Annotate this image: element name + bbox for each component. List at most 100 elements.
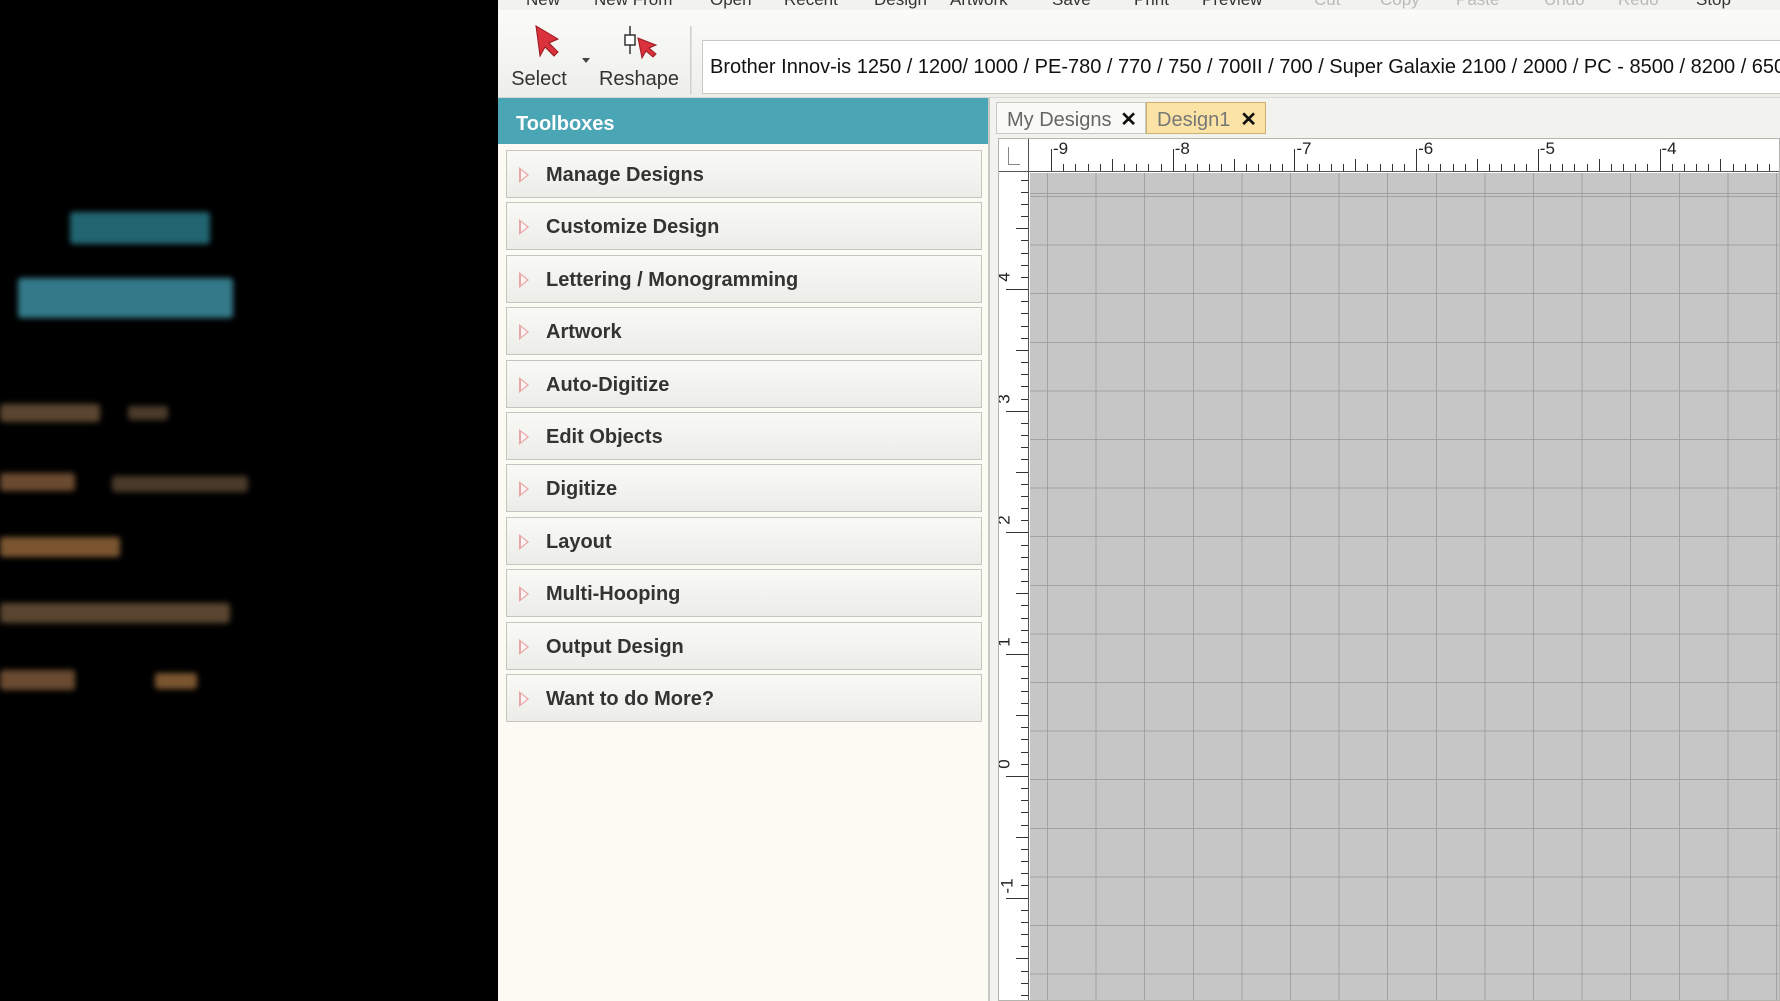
expand-triangle-icon bbox=[519, 429, 529, 445]
ruler-tick bbox=[1021, 459, 1028, 461]
ruler-tick bbox=[1021, 556, 1028, 558]
menu-preview[interactable]: Preview bbox=[1202, 0, 1262, 10]
close-icon[interactable]: ✕ bbox=[1240, 107, 1257, 132]
ruler-tick bbox=[1440, 164, 1442, 171]
design-canvas[interactable]: -9 -8 -7 -6 -5 -4 4 3 2 1 0 -1 bbox=[998, 138, 1780, 1001]
ruler-tick bbox=[1021, 520, 1028, 522]
expand-triangle-icon bbox=[519, 324, 529, 341]
ruler-tick bbox=[1330, 164, 1332, 171]
ruler-tick bbox=[1021, 751, 1028, 753]
ruler-tick bbox=[1562, 164, 1564, 171]
ruler-tick bbox=[1021, 970, 1028, 972]
tab-my-designs[interactable]: My Designs ✕ bbox=[996, 102, 1146, 134]
expand-triangle-icon bbox=[519, 481, 529, 498]
toolbox-label: Digitize bbox=[546, 478, 618, 501]
toolbox-edit-objects[interactable]: Edit Objects bbox=[506, 412, 982, 460]
ruler-tick bbox=[1021, 337, 1028, 339]
ruler-tick bbox=[1221, 164, 1223, 171]
ruler-label: -1 bbox=[999, 877, 1017, 894]
ruler-tick bbox=[1379, 164, 1381, 171]
toolboxes-panel: Toolboxes Manage Designs Customize Design… bbox=[498, 98, 990, 1001]
blurred-video-overlay bbox=[0, 0, 498, 1001]
menu-stop[interactable]: Stop bbox=[1696, 0, 1731, 10]
reshape-icon bbox=[598, 20, 680, 62]
select-tool-button[interactable]: Select bbox=[498, 20, 580, 91]
ruler-tick bbox=[1343, 164, 1345, 171]
ruler-tick bbox=[1021, 374, 1028, 376]
toolbox-label: Artwork bbox=[546, 321, 622, 344]
toolbox-label: Layout bbox=[546, 530, 612, 553]
close-icon[interactable]: ✕ bbox=[1120, 107, 1137, 132]
menu-print[interactable]: Print bbox=[1134, 0, 1169, 10]
tab-label: Design1 bbox=[1157, 109, 1231, 131]
toolbox-lettering-monogramming[interactable]: Lettering / Monogramming bbox=[506, 254, 982, 303]
ruler-label: -8 bbox=[1174, 139, 1190, 158]
menu-recent[interactable]: Recent bbox=[784, 0, 838, 10]
ruler-tick bbox=[1428, 164, 1430, 171]
toolbox-digitize[interactable]: Digitize bbox=[506, 464, 982, 513]
ruler-tick bbox=[1021, 824, 1028, 826]
ruler-tick bbox=[1184, 164, 1186, 171]
menu-open[interactable]: Open bbox=[710, 0, 752, 10]
menu-save[interactable]: Save bbox=[1052, 0, 1091, 10]
toolbox-label: Manage Designs bbox=[546, 164, 704, 186]
ruler-tick bbox=[1021, 264, 1028, 266]
toolbox-customize-design[interactable]: Customize Design bbox=[506, 202, 982, 251]
ruler-tick bbox=[1769, 164, 1770, 171]
ruler-tick bbox=[1016, 958, 1028, 960]
menu-cut[interactable]: Cut bbox=[1314, 0, 1340, 10]
tab-design1[interactable]: Design1 ✕ bbox=[1146, 102, 1266, 134]
ruler-tick bbox=[1021, 629, 1028, 631]
toolbox-want-to-do-more[interactable]: Want to do More? bbox=[506, 674, 982, 722]
menu-redo[interactable]: Redo bbox=[1618, 0, 1659, 10]
reshape-tool-button[interactable]: Reshape bbox=[598, 20, 680, 91]
toolbox-auto-digitize[interactable]: Auto-Digitize bbox=[506, 359, 982, 408]
ruler-tick bbox=[1233, 159, 1235, 171]
menu-new-from[interactable]: New From bbox=[594, 0, 672, 10]
toolbox-multi-hooping[interactable]: Multi-Hooping bbox=[506, 569, 982, 618]
toolbox-label: Want to do More? bbox=[546, 688, 715, 710]
document-area: My Designs ✕ Design1 ✕ -9 -8 -7 -6 -5 -4 4 3 2 1… bbox=[992, 98, 1780, 1001]
ruler-tick bbox=[1136, 164, 1138, 171]
ruler-label: 0 bbox=[999, 759, 1015, 768]
toolbox-layout[interactable]: Layout bbox=[506, 516, 982, 565]
menu-paste[interactable]: Paste bbox=[1456, 0, 1499, 10]
ruler-tick bbox=[1306, 164, 1308, 171]
ruler-label: -4 bbox=[1661, 139, 1677, 158]
hoop-grid[interactable] bbox=[1030, 173, 1779, 1000]
ruler-tick bbox=[1016, 228, 1028, 230]
ruler-tick bbox=[1021, 873, 1028, 875]
ruler-tick bbox=[1021, 861, 1028, 862]
expand-triangle-icon bbox=[519, 271, 529, 288]
application-window: New New From Open Recent Design Artwork … bbox=[498, 0, 1780, 1001]
menu-undo[interactable]: Undo bbox=[1544, 0, 1585, 10]
ruler-tick bbox=[1111, 159, 1113, 171]
menu-artwork[interactable]: Artwork bbox=[950, 0, 1008, 10]
select-dropdown-arrow-icon[interactable] bbox=[582, 58, 590, 63]
ruler-tick bbox=[1756, 164, 1758, 171]
menu-bar: New New From Open Recent Design Artwork … bbox=[498, 0, 1780, 10]
ruler-tick bbox=[1355, 159, 1357, 171]
menu-copy[interactable]: Copy bbox=[1380, 0, 1420, 10]
ruler-tick bbox=[1021, 885, 1028, 887]
expand-triangle-icon bbox=[519, 586, 529, 603]
horizontal-ruler: -9 -8 -7 -6 -5 -4 bbox=[1029, 139, 1779, 172]
ruler-tick bbox=[1021, 994, 1028, 996]
toolbox-artwork[interactable]: Artwork bbox=[506, 307, 982, 356]
machine-selector[interactable]: Brother Innov-is 1250 / 1200/ 1000 / PE-… bbox=[702, 40, 1780, 94]
vertical-ruler: 4 3 2 1 0 -1 bbox=[999, 172, 1029, 1000]
ruler-label: -7 bbox=[1296, 139, 1312, 158]
ruler-tick bbox=[1021, 641, 1028, 643]
menu-new[interactable]: New bbox=[526, 0, 560, 10]
ruler-tick bbox=[1021, 702, 1028, 704]
ruler-tick bbox=[1257, 164, 1259, 171]
toolbox-output-design[interactable]: Output Design bbox=[506, 621, 982, 670]
menu-design[interactable]: Design bbox=[874, 0, 927, 10]
ruler-tick bbox=[1006, 532, 1028, 534]
toolbox-manage-designs[interactable]: Manage Designs bbox=[506, 150, 982, 198]
ruler-tick bbox=[1021, 191, 1028, 193]
ruler-tick bbox=[1021, 422, 1028, 424]
ruler-tick bbox=[1021, 568, 1028, 570]
ruler-tick bbox=[1021, 544, 1028, 546]
ruler-tick bbox=[1021, 946, 1028, 948]
